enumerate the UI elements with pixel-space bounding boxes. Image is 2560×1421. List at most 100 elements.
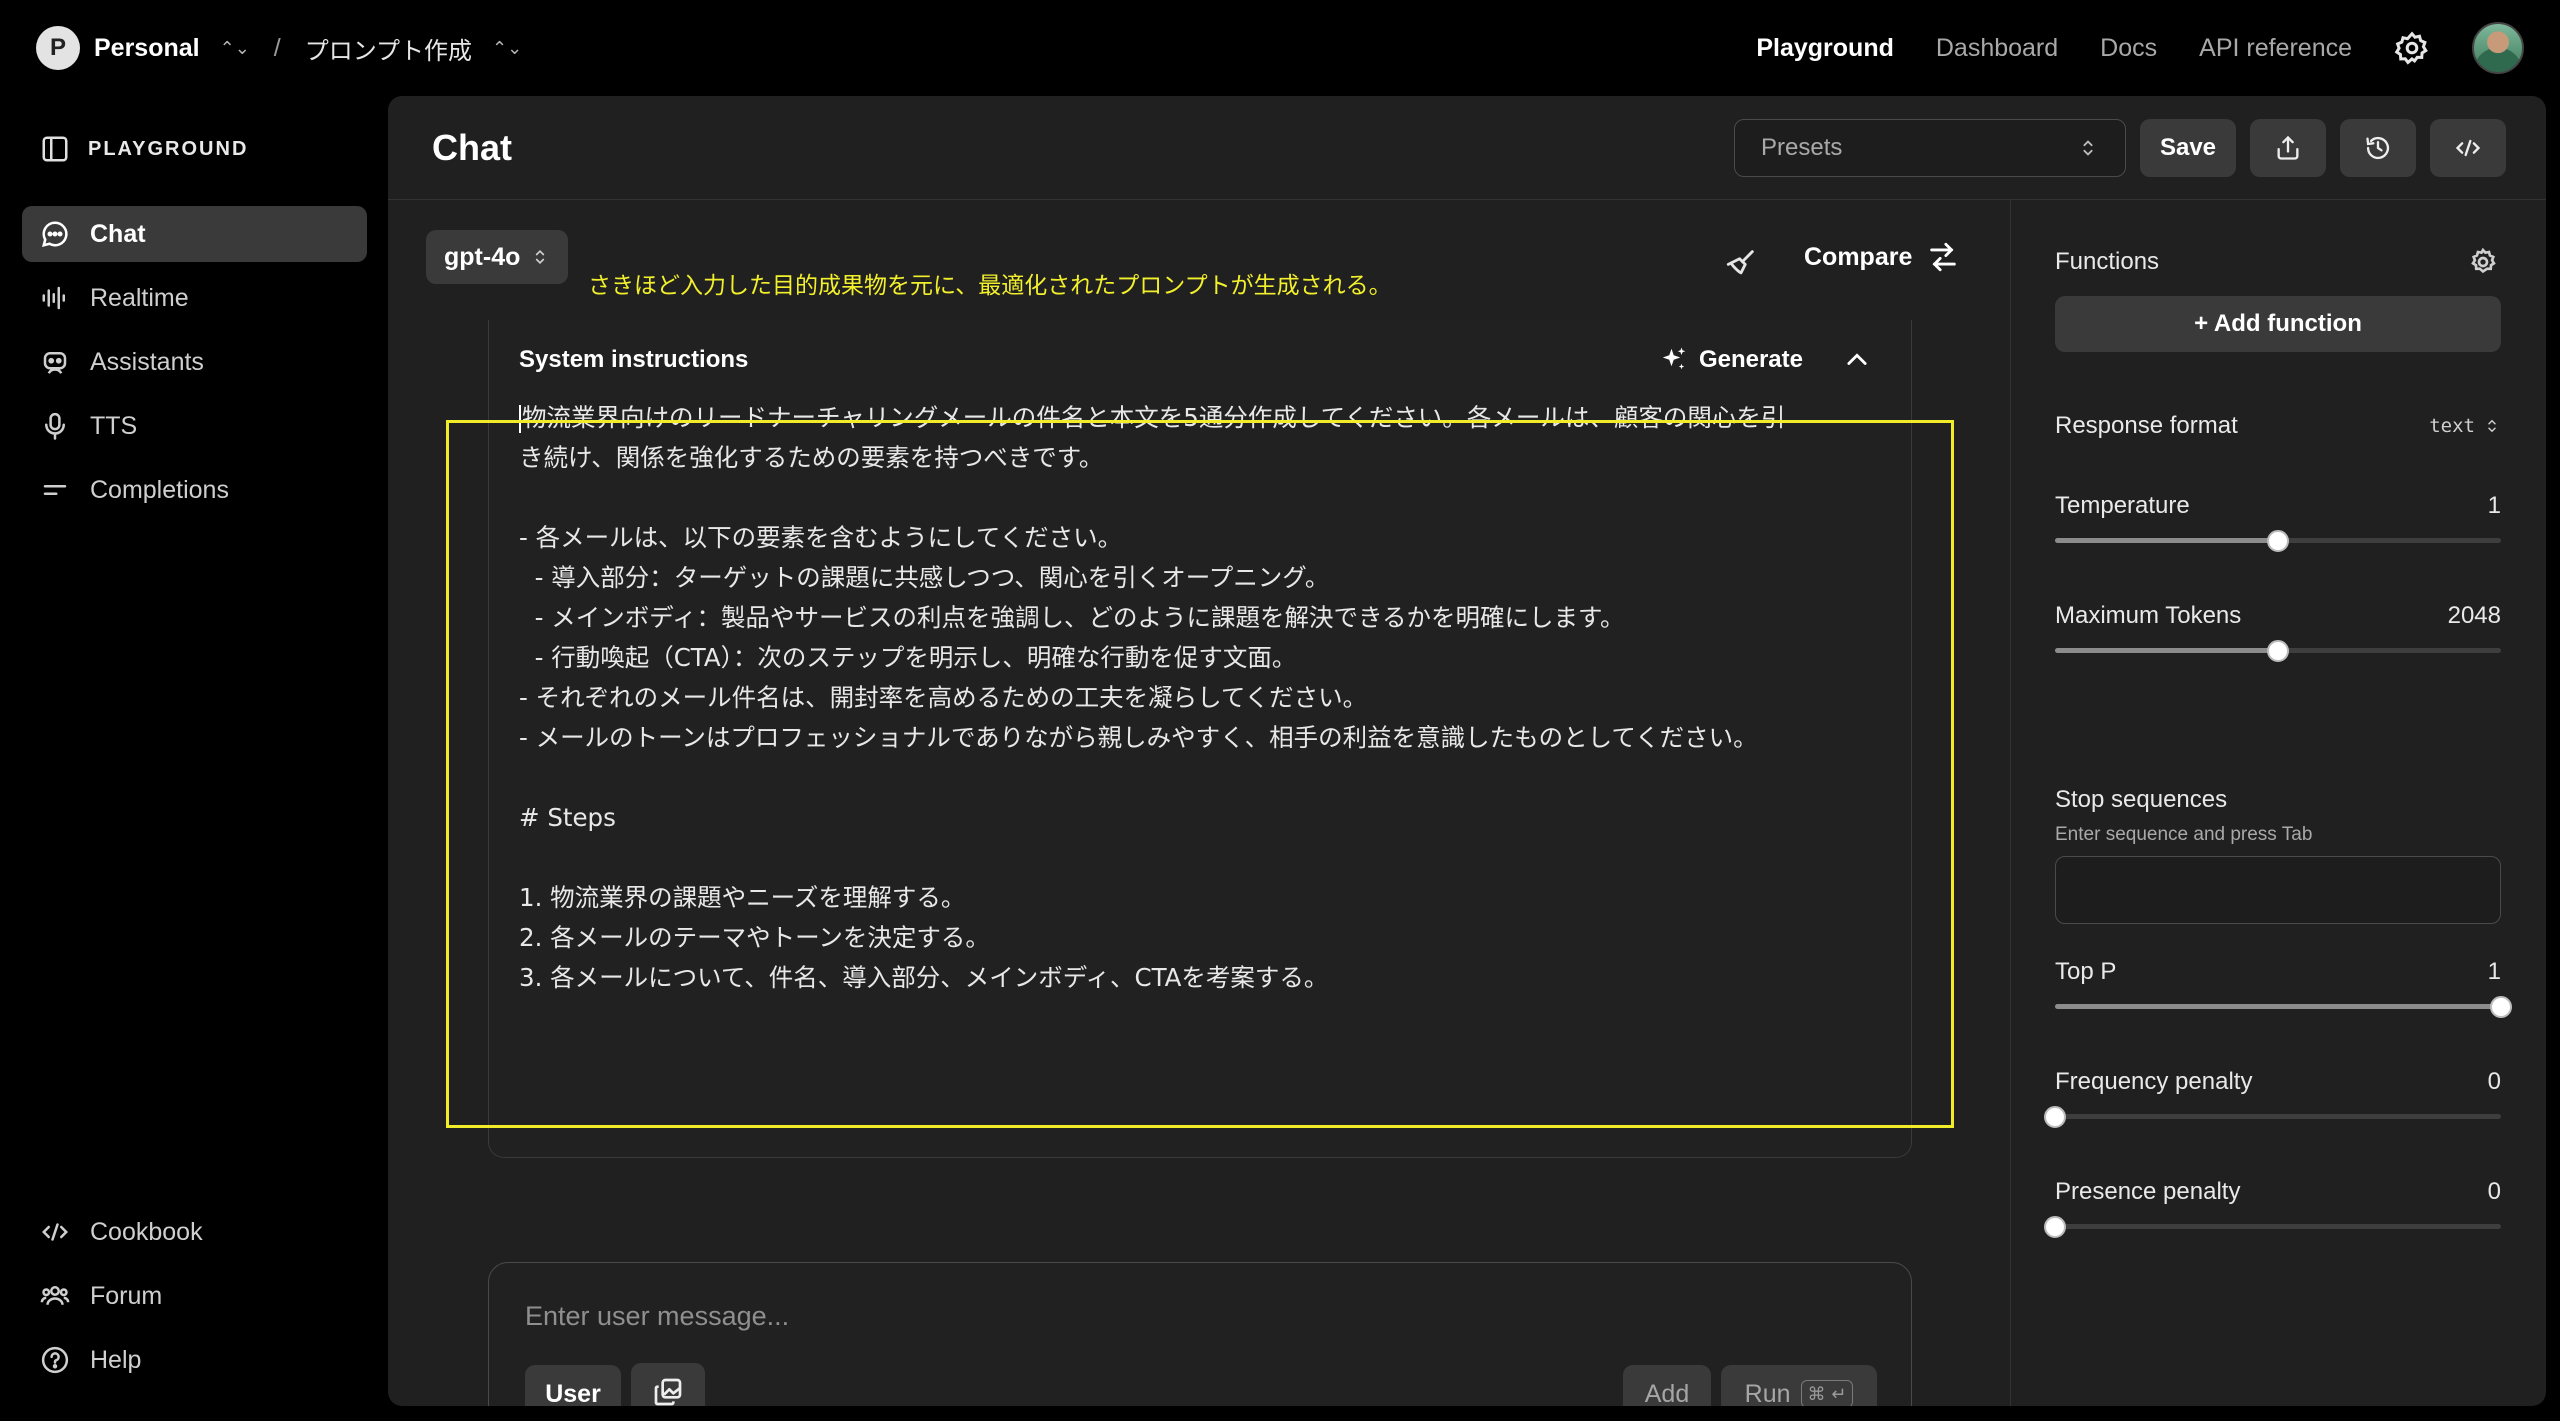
add-message-button[interactable]: Add [1623, 1365, 1711, 1406]
run-label: Run [1744, 1379, 1791, 1407]
instruction-line [519, 478, 1891, 518]
instruction-line: 物流業界向けのリードナーチャリングメールの件名と本文を5通分作成してください。各… [519, 398, 1891, 438]
presence-penalty-slider[interactable] [2044, 1216, 2501, 1238]
role-toggle-button[interactable]: User [525, 1365, 621, 1406]
slider-handle[interactable] [2490, 996, 2512, 1018]
code-icon [2454, 134, 2482, 162]
nav-playground[interactable]: Playground [1756, 34, 1894, 63]
clear-broom-icon[interactable] [1724, 246, 1758, 280]
org-selector[interactable]: Personal [94, 34, 200, 63]
generate-label: Generate [1698, 346, 1803, 373]
sidebar-item-label: Forum [90, 1281, 163, 1310]
sidebar-item-tts[interactable]: TTS [22, 398, 367, 454]
org-chevron-updown-icon[interactable]: ⌃⌄ [220, 38, 250, 59]
stop-sequences-input[interactable] [2055, 856, 2501, 924]
slider-handle[interactable] [2267, 530, 2289, 552]
share-button[interactable] [2250, 118, 2326, 177]
user-avatar[interactable] [2472, 22, 2524, 74]
sidebar-toggle-icon[interactable] [40, 134, 70, 164]
sidebar-item-label: Help [90, 1345, 142, 1374]
frequency-penalty-value[interactable]: 0 [2488, 1068, 2501, 1096]
sparkle-icon [1659, 345, 1689, 375]
sidebar-footer: Cookbook Forum Help [22, 1204, 367, 1396]
nav-dashboard[interactable]: Dashboard [1936, 34, 2058, 63]
functions-row: Functions [2055, 246, 2499, 278]
waveform-icon [40, 283, 70, 313]
breadcrumb-separator: / [273, 33, 281, 62]
top-nav: Playground Dashboard Docs API reference [1756, 22, 2524, 74]
user-message-input[interactable]: Enter user message... [525, 1301, 789, 1332]
instruction-line: 1. 物流業界の課題やニーズを理解する。 [519, 883, 966, 912]
add-function-button[interactable]: + Add function [2055, 296, 2501, 352]
nav-api-reference[interactable]: API reference [2199, 34, 2352, 63]
top-p-slider[interactable] [2055, 996, 2512, 1018]
stop-sequences-label: Stop sequences [2055, 786, 2228, 813]
org-avatar[interactable]: P [36, 26, 80, 70]
settings-gear-icon[interactable] [2394, 30, 2430, 66]
sidebar-item-realtime[interactable]: Realtime [22, 270, 367, 326]
robot-icon [40, 347, 70, 377]
system-instructions-textarea[interactable]: 物流業界向けのリードナーチャリングメールの件名と本文を5通分作成してください。各… [519, 398, 1891, 998]
page-title: Chat [432, 126, 512, 168]
max-tokens-slider[interactable] [2055, 640, 2501, 662]
stop-sequences-hint: Enter sequence and press Tab [2055, 824, 2313, 845]
temperature-value[interactable]: 1 [2488, 492, 2501, 520]
sidebar-item-cookbook[interactable]: Cookbook [22, 1204, 367, 1260]
code-icon [40, 1217, 70, 1247]
main-panel: Chat Presets Save gpt-4o さきほど入力した目的成果物を元… [388, 96, 2546, 1406]
generate-button[interactable]: Generate [1659, 345, 1803, 375]
top-p-row: Top P 1 [2055, 958, 2501, 986]
sidebar-item-completions[interactable]: Completions [22, 462, 367, 518]
instruction-line: 3. 各メールについて、件名、導入部分、メインボディ、CTAを考案する。 [519, 963, 1329, 992]
run-button[interactable]: Run ⌘ ↵ [1721, 1365, 1877, 1406]
attach-button[interactable] [631, 1363, 705, 1406]
temperature-slider[interactable] [2055, 530, 2501, 552]
compare-button[interactable]: Compare [1804, 240, 1960, 274]
model-settings-panel: Functions + Add function Response format… [2010, 200, 2546, 1406]
temperature-row: Temperature 1 [2055, 492, 2501, 520]
text-caret [519, 405, 521, 433]
slider-handle[interactable] [2267, 640, 2289, 662]
response-format-select[interactable]: text [2429, 415, 2501, 437]
sidebar-item-assistants[interactable]: Assistants [22, 334, 367, 390]
top-p-value[interactable]: 1 [2488, 958, 2501, 986]
collapse-chevron-up-icon[interactable] [1843, 346, 1871, 374]
chat-editor: gpt-4o さきほど入力した目的成果物を元に、最適化されたプロンプトが生成され… [388, 200, 2010, 1406]
slider-handle[interactable] [2044, 1106, 2066, 1128]
model-selector[interactable]: gpt-4o [426, 230, 569, 284]
question-circle-icon [40, 1345, 70, 1375]
sidebar-item-label: Assistants [90, 347, 204, 376]
save-button[interactable]: Save [2140, 118, 2236, 177]
project-chevron-updown-icon[interactable]: ⌃⌄ [492, 38, 522, 59]
annotation-caption: さきほど入力した目的成果物を元に、最適化されたプロンプトが生成される。 [588, 273, 1392, 299]
sidebar-item-chat[interactable]: Chat [22, 206, 367, 262]
sidebar-item-help[interactable]: Help [22, 1332, 367, 1388]
instruction-line: - メインボディ：製品やサービスの利点を強調し、どのように課題を解決できるかを明… [519, 603, 1625, 632]
presence-penalty-row: Presence penalty 0 [2055, 1178, 2501, 1206]
system-instructions-header: System instructions Generate [519, 338, 1871, 382]
breadcrumb: P Personal ⌃⌄ / プロンプト作成 ⌃⌄ [36, 26, 522, 70]
instruction-line: - それぞれのメール件名は、開封率を高めるための工夫を凝らしてください。 [519, 683, 1368, 712]
instruction-line: 2. 各メールのテーマやトーンを決定する。 [519, 923, 990, 952]
functions-gear-icon[interactable] [2467, 246, 2499, 278]
top-p-label: Top P [2055, 958, 2117, 985]
max-tokens-row: Maximum Tokens 2048 [2055, 602, 2501, 630]
max-tokens-value[interactable]: 2048 [2448, 602, 2501, 630]
presets-select[interactable]: Presets [1734, 118, 2126, 177]
sidebar-item-label: Realtime [90, 283, 189, 312]
upload-icon [2274, 134, 2302, 162]
sidebar-title: PLAYGROUND [88, 137, 249, 160]
slider-handle[interactable] [2044, 1216, 2066, 1238]
history-icon [2364, 134, 2392, 162]
project-selector[interactable]: プロンプト作成 [305, 31, 472, 66]
history-button[interactable] [2340, 118, 2416, 177]
presence-penalty-label: Presence penalty [2055, 1178, 2241, 1205]
sidebar-item-forum[interactable]: Forum [22, 1268, 367, 1324]
presence-penalty-value[interactable]: 0 [2488, 1178, 2501, 1206]
frequency-penalty-slider[interactable] [2044, 1106, 2501, 1128]
people-icon [40, 1281, 70, 1311]
view-code-button[interactable] [2430, 118, 2506, 177]
frequency-penalty-row: Frequency penalty 0 [2055, 1068, 2501, 1096]
nav-docs[interactable]: Docs [2100, 34, 2157, 63]
instruction-line [519, 838, 1891, 878]
